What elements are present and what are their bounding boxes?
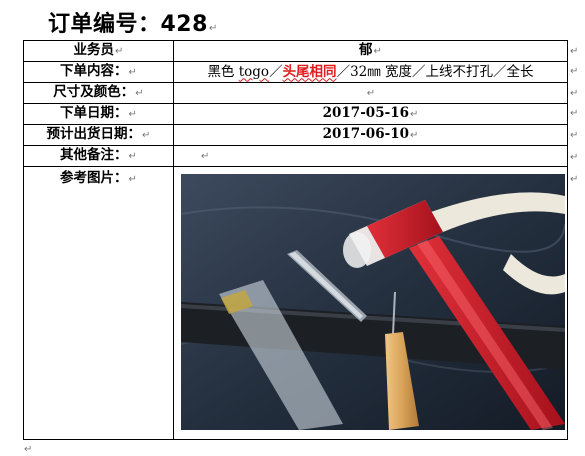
row-order-date: 下单日期：↵ 2017-05-16↵ xyxy=(23,103,568,125)
ship-date-label: 预计出货日期：↵ xyxy=(23,124,174,146)
row-ship-date: 预计出货日期：↵ 2017-06-10↵ xyxy=(23,124,568,146)
paragraph-mark-icon: ↵ xyxy=(570,66,579,77)
paragraph-mark-icon: ↵ xyxy=(570,130,579,141)
ship-date-value[interactable]: 2017-06-10↵ xyxy=(173,124,568,146)
salesperson-label: 业务员↵ xyxy=(23,40,174,62)
remarks-label: 其他备注：↵ xyxy=(23,145,174,167)
row-reference-image: 参考图片：↵ xyxy=(23,166,568,440)
row-remarks: 其他备注：↵ ↵ xyxy=(23,145,568,167)
size-color-label: 尺寸及颜色：↵ xyxy=(23,82,174,104)
row-order-content: 下单内容：↵ 黑色 togo／头尾相同／32㎜ 宽度／上线不打孔／全长 xyxy=(23,61,568,83)
reference-photo[interactable] xyxy=(181,174,565,430)
order-content-label: 下单内容：↵ xyxy=(23,61,174,83)
paragraph-mark-icon: ↵ xyxy=(570,152,579,163)
reference-image-label: 参考图片：↵ xyxy=(23,166,174,440)
order-date-label: 下单日期：↵ xyxy=(23,103,174,125)
paragraph-mark-icon: ↵ xyxy=(570,174,579,185)
paragraph-mark-icon: ↵ xyxy=(570,46,579,57)
order-date-value[interactable]: 2017-05-16↵ xyxy=(173,103,568,125)
size-color-value[interactable]: ↵ xyxy=(173,82,568,104)
order-form-table: 业务员↵ 郁↵ 下单内容：↵ 黑色 togo／头尾相同／32㎜ 宽度／上线不打孔… xyxy=(23,40,568,440)
paragraph-mark-icon: ↵ xyxy=(208,23,218,34)
row-salesperson: 业务员↵ 郁↵ xyxy=(23,40,568,62)
order-number-title: 订单编号：428↵ xyxy=(48,12,218,37)
paragraph-mark-icon: ↵ xyxy=(24,444,33,455)
order-content-value[interactable]: 黑色 togo／头尾相同／32㎜ 宽度／上线不打孔／全长 xyxy=(173,61,568,83)
salesperson-value[interactable]: 郁↵ xyxy=(173,40,568,62)
remarks-value[interactable]: ↵ xyxy=(173,145,568,167)
row-size-color: 尺寸及颜色：↵ ↵ xyxy=(23,82,568,104)
paragraph-mark-icon: ↵ xyxy=(570,88,579,99)
leather-tools-photo xyxy=(181,174,565,430)
paragraph-mark-icon: ↵ xyxy=(570,108,579,119)
reference-image-cell xyxy=(173,166,568,440)
